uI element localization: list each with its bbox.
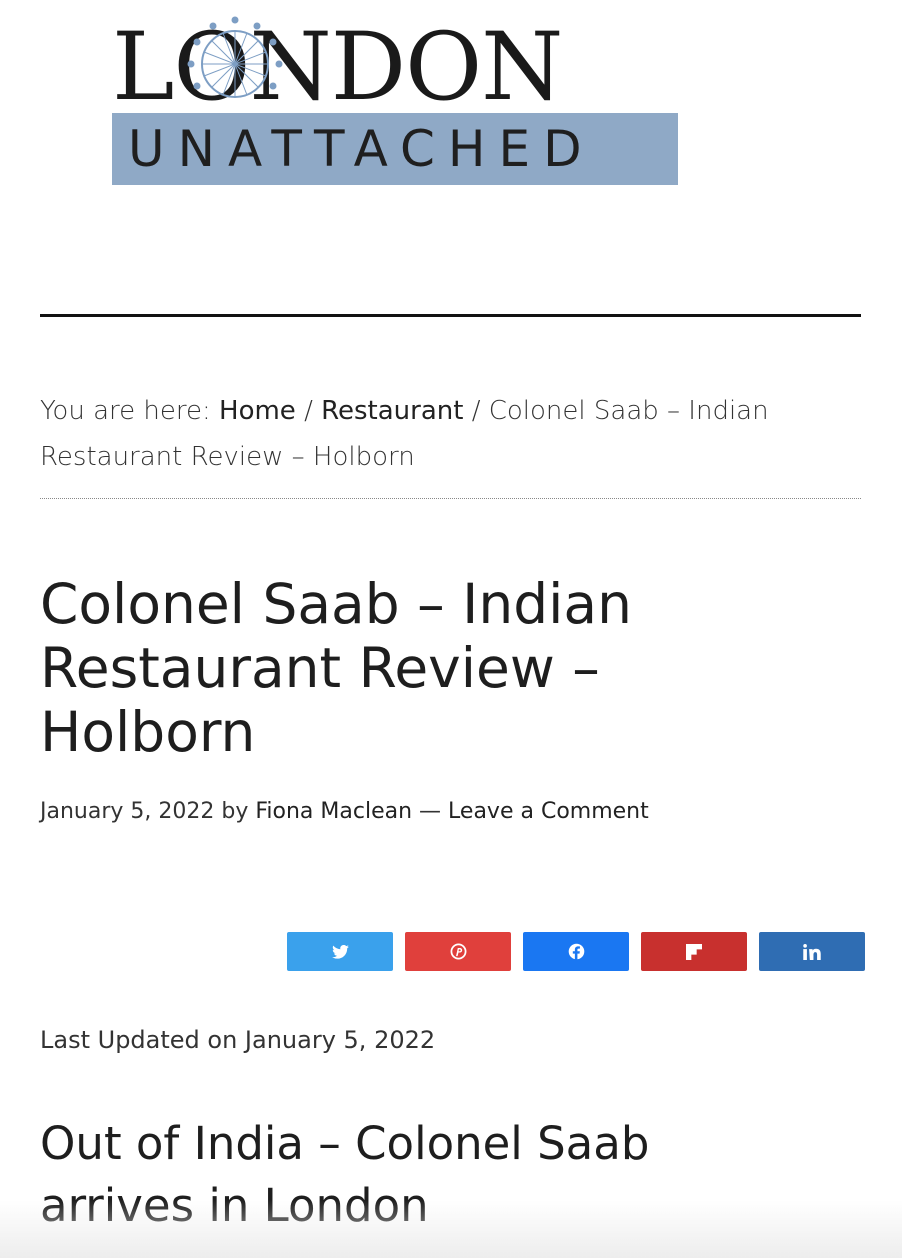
twitter-share-button[interactable] <box>287 932 393 971</box>
facebook-icon <box>568 943 584 960</box>
breadcrumb: You are here: Home / Restaurant / Colone… <box>40 388 800 480</box>
last-updated: Last Updated on January 5, 2022 <box>40 1026 436 1054</box>
article-title: Colonel Saab – Indian Restaurant Review … <box>40 572 632 764</box>
pinterest-share-button[interactable] <box>405 932 511 971</box>
pinterest-icon <box>450 943 466 960</box>
author-link[interactable]: Fiona Maclean <box>255 799 412 824</box>
flipboard-icon <box>686 943 702 960</box>
page-bottom-fade <box>0 1200 902 1258</box>
leave-comment-link[interactable]: Leave a Comment <box>448 799 649 824</box>
flipboard-share-button[interactable] <box>641 932 747 971</box>
twitter-icon <box>331 944 349 959</box>
breadcrumb-prefix: You are here: <box>40 396 211 426</box>
facebook-share-button[interactable] <box>523 932 629 971</box>
article-meta: January 5, 2022 by Fiona Maclean — Leave… <box>40 795 649 829</box>
breadcrumb-separator: / <box>471 396 481 426</box>
post-date: January 5, 2022 <box>40 799 215 824</box>
meta-dash: — <box>419 799 442 824</box>
linkedin-icon <box>803 943 821 960</box>
london-eye-icon <box>187 16 283 98</box>
breadcrumb-home-link[interactable]: Home <box>219 396 296 426</box>
header-divider <box>40 314 861 317</box>
logo-wordmark-bottom: UNATTACHED <box>128 120 595 178</box>
byline-by: by <box>221 799 249 824</box>
breadcrumb-divider <box>40 498 861 499</box>
linkedin-share-button[interactable] <box>759 932 865 971</box>
breadcrumb-restaurant-link[interactable]: Restaurant <box>321 396 463 426</box>
site-logo[interactable]: LONDON UNATTACHED <box>112 14 680 185</box>
breadcrumb-separator: / <box>304 396 313 426</box>
share-bar <box>287 932 865 971</box>
